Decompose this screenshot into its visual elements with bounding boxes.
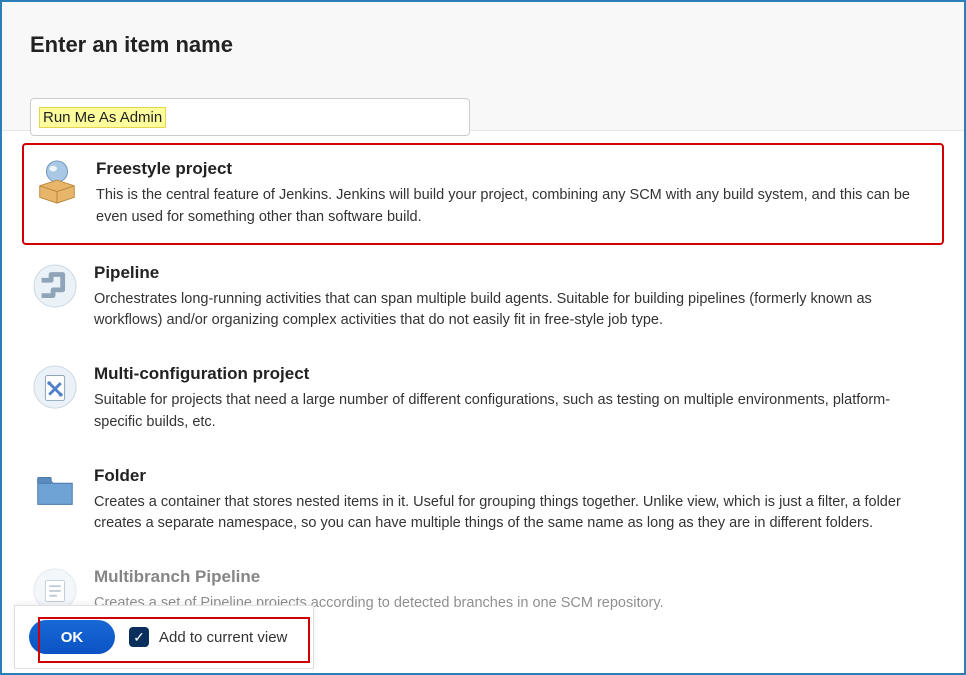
- header-area: Enter an item name Run Me As Admin » Req…: [2, 2, 964, 131]
- item-title: Multi-configuration project: [94, 364, 934, 384]
- item-title: Freestyle project: [96, 159, 932, 179]
- freestyle-icon: [34, 159, 80, 205]
- item-title: Multibranch Pipeline: [94, 567, 664, 587]
- item-type-folder[interactable]: Folder Creates a container that stores n…: [22, 452, 944, 550]
- page-title: Enter an item name: [30, 32, 936, 58]
- item-desc: Orchestrates long-running activities tha…: [94, 289, 934, 333]
- item-desc: Creates a container that stores nested i…: [94, 492, 934, 536]
- checkbox-label: Add to current view: [159, 629, 287, 646]
- footer-bar: OK ✓ Add to current view: [14, 605, 314, 669]
- item-type-freestyle[interactable]: Freestyle project This is the central fe…: [22, 143, 944, 245]
- add-to-view-checkbox[interactable]: ✓ Add to current view: [129, 627, 287, 647]
- item-type-multiconfig[interactable]: Multi-configuration project Suitable for…: [22, 350, 944, 448]
- checkmark-icon: ✓: [129, 627, 149, 647]
- item-name-input[interactable]: Run Me As Admin: [30, 98, 470, 136]
- multiconfig-icon: [32, 364, 78, 410]
- item-title: Pipeline: [94, 263, 934, 283]
- item-type-pipeline[interactable]: Pipeline Orchestrates long-running activ…: [22, 249, 944, 347]
- item-desc: Suitable for projects that need a large …: [94, 390, 934, 434]
- item-name-value: Run Me As Admin: [39, 107, 166, 128]
- item-title: Folder: [94, 466, 934, 486]
- ok-button[interactable]: OK: [29, 620, 115, 654]
- item-type-list: Freestyle project This is the central fe…: [2, 131, 964, 665]
- item-desc: This is the central feature of Jenkins. …: [96, 185, 932, 229]
- folder-icon: [32, 466, 78, 512]
- pipeline-icon: [32, 263, 78, 309]
